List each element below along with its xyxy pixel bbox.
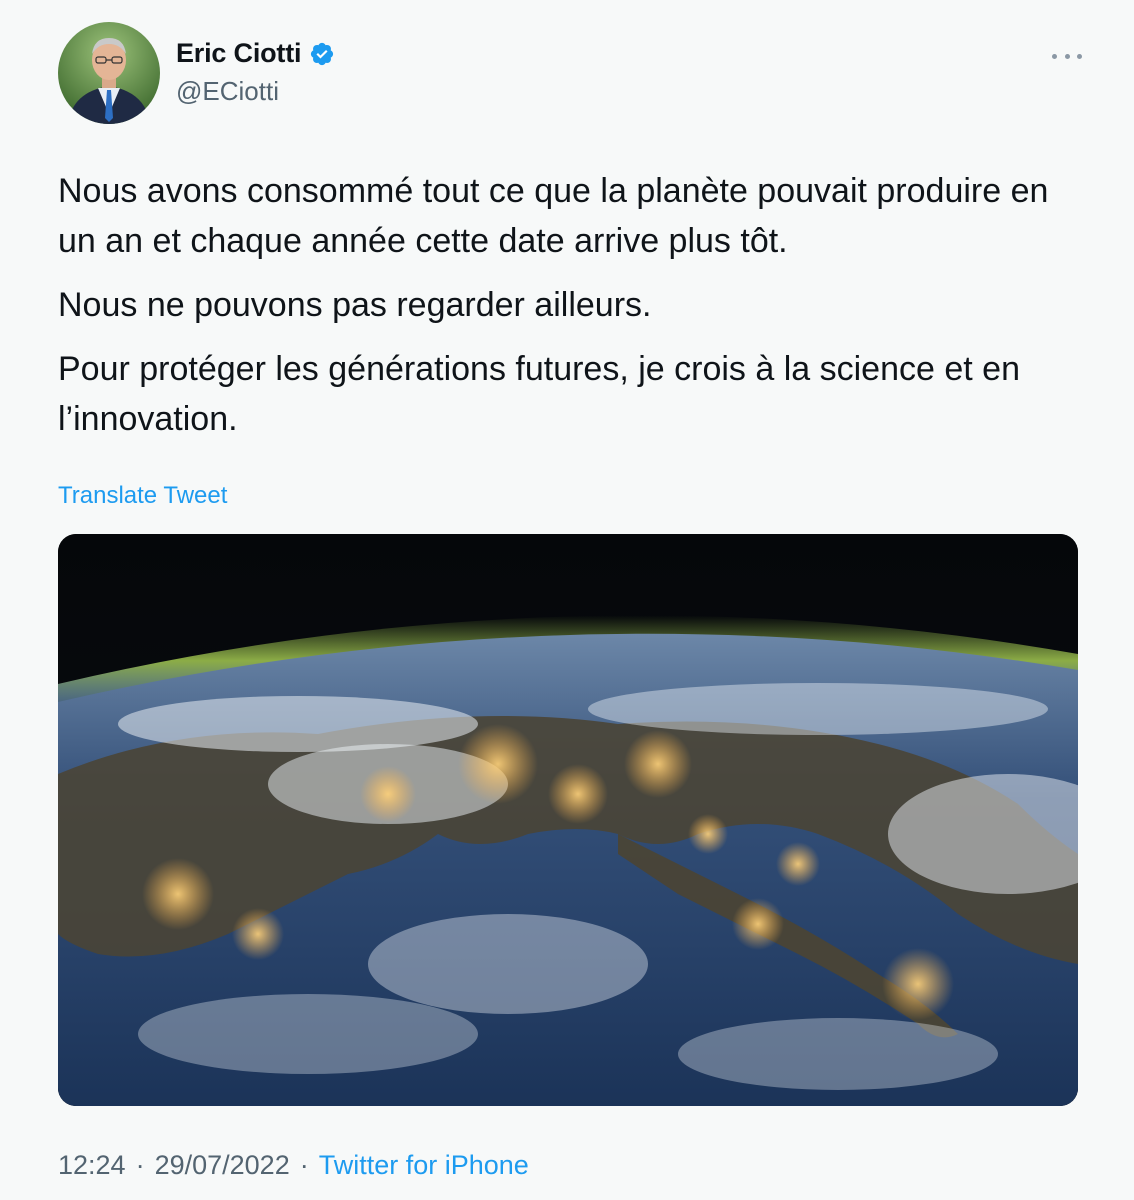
more-dot-icon xyxy=(1052,53,1057,59)
tweet-metadata: 12:24 · 29/07/2022 · Twitter for iPhone xyxy=(58,1150,529,1181)
tweet-paragraph: Pour protéger les générations futures, j… xyxy=(58,350,1020,438)
author-handle[interactable]: @ECiotti xyxy=(176,76,279,107)
tweet-paragraph: Nous avons consommé tout ce que la planè… xyxy=(58,172,1049,260)
tweet-time[interactable]: 12:24 xyxy=(58,1150,126,1181)
meta-separator: · xyxy=(299,1150,309,1180)
more-dot-icon xyxy=(1064,53,1070,59)
tweet-paragraph: Nous ne pouvons pas regarder ailleurs. xyxy=(58,286,652,324)
more-options-icon[interactable] xyxy=(1052,46,1082,66)
author-display-name[interactable]: Eric Ciotti xyxy=(176,38,302,69)
tweet-date[interactable]: 29/07/2022 xyxy=(155,1150,290,1181)
tweet-card: Eric Ciotti @ECiotti Nous avons consommé… xyxy=(0,0,1134,1200)
tweet-source-link[interactable]: Twitter for iPhone xyxy=(319,1150,529,1181)
author-name-row: Eric Ciotti xyxy=(176,38,335,69)
more-dot-icon xyxy=(1077,53,1082,59)
translate-tweet-link[interactable]: Translate Tweet xyxy=(58,482,227,510)
verified-badge-icon xyxy=(309,41,335,67)
meta-separator: · xyxy=(135,1150,145,1180)
avatar[interactable] xyxy=(58,22,160,124)
tweet-media-image[interactable] xyxy=(58,534,1078,1106)
tweet-text: Nous avons consommé tout ce que la planè… xyxy=(58,166,1068,458)
